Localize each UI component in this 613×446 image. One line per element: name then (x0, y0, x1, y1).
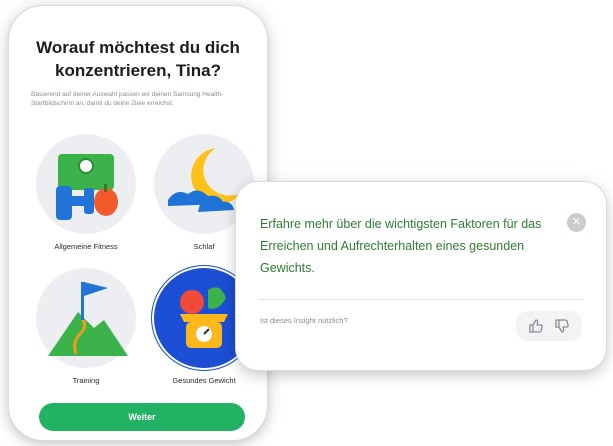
mountain-flag-icon (36, 268, 136, 368)
feedback-question: Ist dieses Insight nützlich? (260, 316, 348, 325)
onboarding-screen: Worauf möchtest du dich konzentrieren, T… (9, 6, 267, 440)
divider (258, 299, 584, 300)
option-label: Gesundes Gewicht (172, 376, 236, 385)
insight-card: Erfahre mehr über die wichtigsten Faktor… (236, 182, 606, 370)
page-subtitle: Basierend auf deiner Auswahl passen wir … (31, 91, 224, 107)
feedback-buttons (516, 311, 582, 341)
insight-headline[interactable]: Erfahre mehr über die wichtigsten Faktor… (260, 213, 560, 279)
close-icon[interactable]: ✕ (567, 213, 586, 232)
dumbbell-scale-icon (36, 134, 136, 234)
thumbs-down-icon[interactable] (553, 317, 571, 335)
option-label: Allgemeine Fitness (54, 242, 118, 251)
continue-button[interactable]: Weiter (39, 403, 245, 431)
option-label: Training (72, 376, 100, 385)
thumbs-up-icon[interactable] (527, 317, 545, 335)
page-title: Worauf möchtest du dich konzentrieren, T… (36, 38, 240, 80)
